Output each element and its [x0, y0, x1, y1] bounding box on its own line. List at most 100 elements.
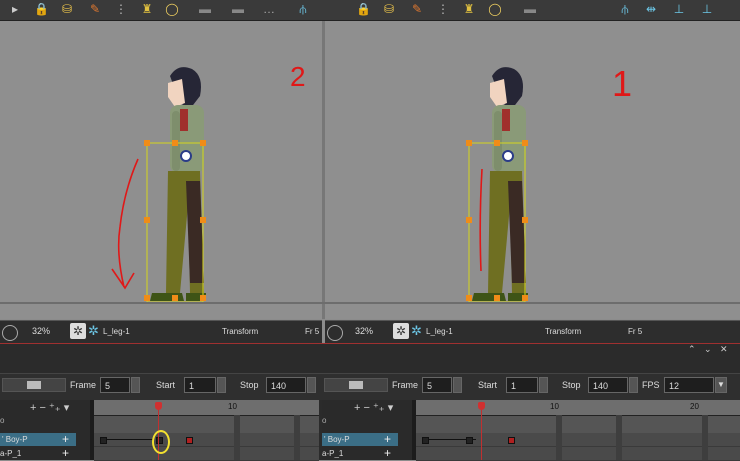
gear-icon[interactable]: ✲	[88, 323, 99, 339]
keyframe-track[interactable]	[416, 447, 740, 461]
viewport-left[interactable]: 2	[0, 21, 322, 319]
disc-icon[interactable]: ▬	[228, 2, 248, 16]
layer-options-icon[interactable]: ⁺₊	[373, 402, 385, 414]
layer-name: Boy-P	[327, 435, 350, 444]
reset-view-icon[interactable]	[327, 325, 343, 341]
onion-slider[interactable]	[2, 378, 66, 392]
egg-icon[interactable]: ◯	[488, 2, 502, 16]
align-add-icon[interactable]: ⊥	[672, 2, 686, 16]
stage-canvas[interactable]: 2	[0, 21, 322, 319]
frame-ruler[interactable]: 10 20	[416, 400, 740, 416]
reset-view-icon[interactable]	[2, 325, 18, 341]
gear-icon[interactable]: ✲	[411, 323, 422, 339]
layer-options-icon[interactable]: ⁺₊	[49, 402, 61, 414]
frame-field[interactable]: 5	[422, 377, 452, 393]
start-label: Start	[478, 380, 498, 390]
keyframe[interactable]	[466, 437, 473, 444]
highlight-circle	[152, 430, 170, 454]
lock-icon[interactable]: 🔒	[356, 2, 371, 16]
zoom-level[interactable]: 32%	[355, 326, 373, 336]
frame-field[interactable]: 5	[100, 377, 130, 393]
start-field[interactable]: 1	[506, 377, 538, 393]
keyframe[interactable]	[422, 437, 429, 444]
stop-field[interactable]: 140	[266, 377, 306, 393]
timeline-grid-left[interactable]: 10	[94, 400, 319, 461]
annotation-arrowhead	[111, 268, 135, 290]
onion-skin-icon[interactable]: ⋮	[114, 2, 128, 16]
panel-expand-icon[interactable]: ⌄	[704, 344, 712, 354]
stamp-icon[interactable]: ♜	[140, 2, 154, 16]
frame-label: Frame	[70, 380, 97, 390]
onion-slider-thumb[interactable]	[349, 381, 363, 389]
ellipsis-icon[interactable]: …	[262, 2, 276, 16]
layer-header: o	[322, 416, 327, 425]
zoom-level[interactable]: 32%	[32, 326, 50, 336]
onion-slider-thumb[interactable]	[27, 381, 41, 389]
align-add-icon[interactable]: ⊥	[700, 2, 714, 16]
lock-plus-icon[interactable]: ⛁	[382, 2, 396, 16]
add-keyframe-icon[interactable]: +	[62, 433, 69, 446]
disc-icon[interactable]: ▬	[520, 2, 540, 16]
panel-close-icon[interactable]: ✕	[720, 344, 728, 354]
timeline-controls-right: Frame 5 Start 1 Stop 140 FPS 12 ▼	[322, 373, 740, 400]
onion-skin-icon[interactable]: ⋮	[436, 2, 450, 16]
keyframe-track[interactable]	[94, 433, 319, 447]
pivot-icon[interactable]	[180, 150, 192, 162]
keyframe[interactable]	[508, 437, 515, 444]
egg-icon[interactable]: ◯	[165, 2, 179, 16]
add-keyframe-icon[interactable]: +	[62, 447, 69, 460]
stamp-icon[interactable]: ♜	[462, 2, 476, 16]
stop-spinner[interactable]	[307, 377, 316, 393]
ruler-number: 10	[228, 402, 237, 411]
layer-list-left: + − ⁺₊ ▾ o ' Boy-P + a-P_1 +	[0, 400, 90, 460]
start-spinner[interactable]	[539, 377, 548, 393]
keyframe-interval-line	[104, 439, 154, 440]
ruler-number: 20	[690, 402, 699, 411]
stage-canvas[interactable]: 1	[325, 21, 740, 319]
keyframe-track[interactable]	[416, 433, 740, 447]
remove-layer-icon[interactable]: −	[40, 402, 46, 414]
align-tree-icon[interactable]: ⫛	[296, 2, 310, 16]
panel-collapse-icon[interactable]: ⌃	[688, 344, 696, 354]
stop-field[interactable]: 140	[588, 377, 628, 393]
add-layer-icon[interactable]: +	[30, 402, 36, 414]
start-spinner[interactable]	[217, 377, 226, 393]
frame-ruler[interactable]: 10	[94, 400, 319, 416]
pivot-icon[interactable]	[502, 150, 514, 162]
timeline-grid-right[interactable]: 10 20	[416, 400, 740, 461]
add-keyframe-icon[interactable]: +	[384, 447, 391, 460]
pen-icon[interactable]: ✎	[88, 2, 102, 16]
keyframe[interactable]	[100, 437, 107, 444]
stop-spinner[interactable]	[629, 377, 638, 393]
layer-tools: + − ⁺₊ ▾	[354, 401, 393, 414]
start-label: Start	[156, 380, 176, 390]
layer-menu-icon[interactable]: ▾	[64, 402, 70, 414]
layer-menu-icon[interactable]: ▾	[388, 402, 394, 414]
playhead-handle[interactable]	[155, 402, 162, 410]
disc-icon[interactable]: ▬	[195, 2, 215, 16]
align-tree-icon[interactable]: ⫛	[618, 2, 632, 16]
active-layer-name: L_leg-1	[103, 327, 130, 336]
frame-spinner[interactable]	[453, 377, 462, 393]
viewport-right[interactable]: 1	[325, 21, 740, 319]
frame-spinner[interactable]	[131, 377, 140, 393]
lock-icon[interactable]: 🔒	[34, 2, 49, 16]
align-spread-icon[interactable]: ⇹	[644, 2, 658, 16]
pen-icon[interactable]: ✎	[410, 2, 424, 16]
gear-select-icon[interactable]: ✲	[393, 323, 409, 339]
gear-select-icon[interactable]: ✲	[70, 323, 86, 339]
add-keyframe-icon[interactable]: +	[384, 433, 391, 446]
lock-plus-icon[interactable]: ⛁	[60, 2, 74, 16]
timeline-shade	[702, 415, 708, 460]
start-field[interactable]: 1	[184, 377, 216, 393]
add-layer-icon[interactable]: +	[354, 402, 360, 414]
keyframe-track[interactable]	[94, 447, 319, 461]
chevron-down-icon[interactable]: ▼	[715, 377, 727, 393]
remove-layer-icon[interactable]: −	[364, 402, 370, 414]
tool-mode-label: Transform	[545, 327, 582, 336]
playhead-handle[interactable]	[478, 402, 485, 410]
keyframe[interactable]	[186, 437, 193, 444]
onion-slider[interactable]	[324, 378, 388, 392]
play-icon[interactable]: ▸	[8, 2, 22, 16]
fps-select[interactable]: 12	[664, 377, 714, 393]
